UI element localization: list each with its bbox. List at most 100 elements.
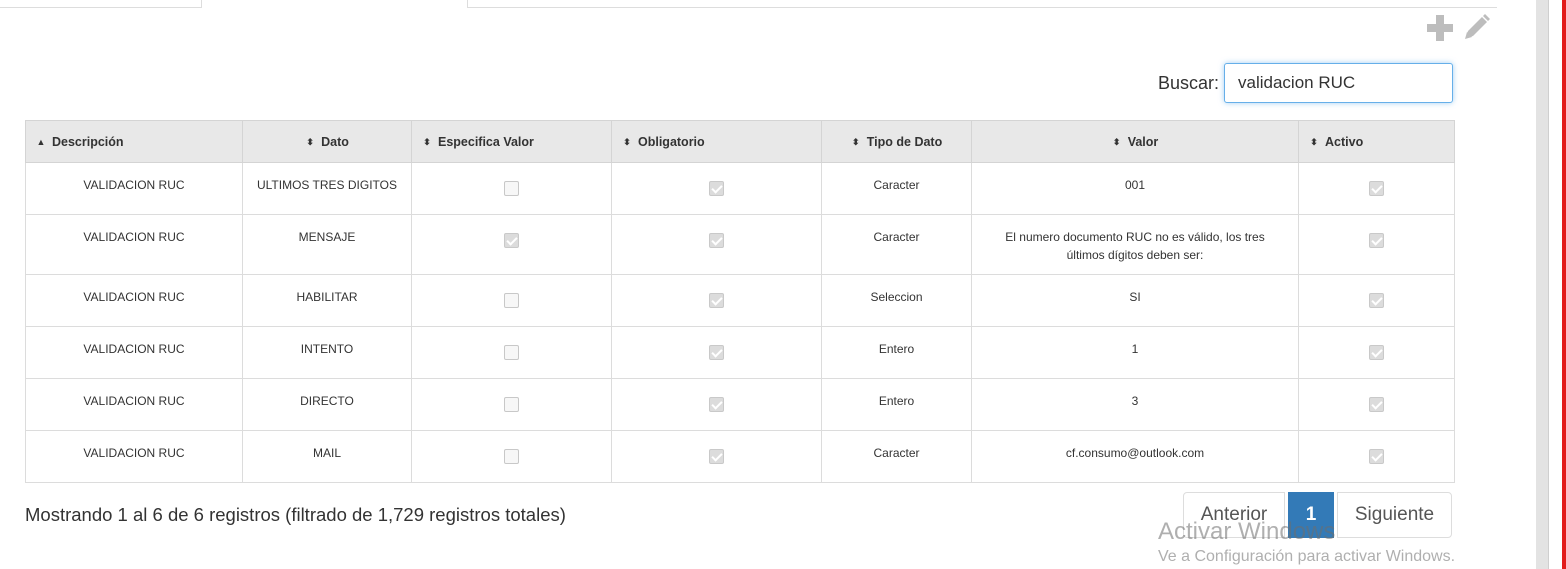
especifica-valor-checkbox[interactable] <box>504 397 519 412</box>
cell-activo <box>1298 274 1455 327</box>
especifica-valor-checkbox[interactable] <box>504 293 519 308</box>
cell-valor: 001 <box>971 162 1299 215</box>
column-header-obligatorio[interactable]: ⬍ Obligatorio <box>611 120 822 163</box>
table-row[interactable]: VALIDACION RUC MAIL Caracter cf.consumo@… <box>25 430 1455 483</box>
obligatorio-checkbox[interactable] <box>709 293 724 308</box>
activo-checkbox[interactable] <box>1369 293 1384 308</box>
window-edge <box>1548 0 1563 569</box>
cell-obligatorio <box>611 326 822 379</box>
cell-activo <box>1298 430 1455 483</box>
window-border-accent <box>1562 0 1566 569</box>
data-table: ▲ Descripción ⬍ Dato ⬍ Especifica Valor ⬍ Ob… <box>25 120 1455 483</box>
column-label: Obligatorio <box>638 134 705 149</box>
cell-especifica-valor <box>411 326 612 379</box>
cell-tipo: Caracter <box>821 162 972 215</box>
sort-icon: ⬍ <box>623 136 631 147</box>
cell-especifica-valor <box>411 274 612 327</box>
cell-valor: 1 <box>971 326 1299 379</box>
sort-icon: ⬍ <box>1112 136 1121 147</box>
tab-previous[interactable] <box>0 0 202 8</box>
sort-icon: ⬍ <box>423 136 431 147</box>
cell-tipo: Entero <box>821 378 972 431</box>
column-header-tipo-de-dato[interactable]: ⬍ Tipo de Dato <box>821 120 972 163</box>
activo-checkbox[interactable] <box>1369 345 1384 360</box>
column-header-dato[interactable]: ⬍ Dato <box>242 120 412 163</box>
especifica-valor-checkbox[interactable] <box>504 345 519 360</box>
activo-checkbox[interactable] <box>1369 449 1384 464</box>
activo-checkbox[interactable] <box>1369 397 1384 412</box>
column-label: Activo <box>1325 134 1364 149</box>
cell-dato: HABILITAR <box>242 274 412 327</box>
especifica-valor-checkbox[interactable] <box>504 449 519 464</box>
activo-checkbox[interactable] <box>1369 233 1384 248</box>
search-label: Buscar: <box>1158 73 1220 93</box>
cell-especifica-valor <box>411 162 612 215</box>
column-header-descripcion[interactable]: ▲ Descripción <box>25 120 243 163</box>
cell-activo <box>1298 378 1455 431</box>
sort-icon: ⬍ <box>851 136 860 147</box>
obligatorio-checkbox[interactable] <box>709 345 724 360</box>
obligatorio-checkbox[interactable] <box>709 397 724 412</box>
cell-dato: MAIL <box>242 430 412 483</box>
valor-line: El numero documento RUC no es válido, lo… <box>1005 230 1265 244</box>
cell-tipo: Caracter <box>821 430 972 483</box>
cell-tipo: Entero <box>821 326 972 379</box>
cell-descripcion: VALIDACION RUC <box>25 214 243 275</box>
plus-icon[interactable] <box>1424 12 1456 44</box>
cell-dato: DIRECTO <box>242 378 412 431</box>
table-info: Mostrando 1 al 6 de 6 registros (filtrad… <box>25 504 566 525</box>
table-row[interactable]: VALIDACION RUC HABILITAR Seleccion SI <box>25 274 1455 327</box>
sort-icon: ⬍ <box>1310 136 1318 147</box>
cell-obligatorio <box>611 274 822 327</box>
cell-valor: cf.consumo@outlook.com <box>971 430 1299 483</box>
scrollbar-track[interactable] <box>1536 0 1548 569</box>
tab-next[interactable] <box>467 0 1497 8</box>
activo-checkbox[interactable] <box>1369 181 1384 196</box>
previous-page-button[interactable]: Anterior <box>1183 492 1285 538</box>
obligatorio-checkbox[interactable] <box>709 449 724 464</box>
cell-dato: ULTIMOS TRES DIGITOS <box>242 162 412 215</box>
sort-asc-icon: ▲ <box>36 136 46 147</box>
table-row[interactable]: VALIDACION RUC INTENTO Entero 1 <box>25 326 1455 379</box>
search-input[interactable] <box>1224 63 1453 103</box>
cell-descripcion: VALIDACION RUC <box>25 430 243 483</box>
column-label: Especifica Valor <box>438 134 534 149</box>
table-row[interactable]: VALIDACION RUC ULTIMOS TRES DIGITOS Cara… <box>25 162 1455 215</box>
cell-descripcion: VALIDACION RUC <box>25 326 243 379</box>
column-header-especifica-valor[interactable]: ⬍ Especifica Valor <box>411 120 612 163</box>
column-header-valor[interactable]: ⬍ Valor <box>971 120 1299 163</box>
cell-especifica-valor <box>411 430 612 483</box>
table-header-row: ▲ Descripción ⬍ Dato ⬍ Especifica Valor ⬍ Ob… <box>25 120 1455 163</box>
cell-especifica-valor <box>411 378 612 431</box>
column-label: Descripción <box>52 134 124 149</box>
cell-obligatorio <box>611 378 822 431</box>
table-row[interactable]: VALIDACION RUC DIRECTO Entero 3 <box>25 378 1455 431</box>
next-page-button[interactable]: Siguiente <box>1337 492 1452 538</box>
column-label: Valor <box>1127 134 1159 149</box>
cell-valor: SI <box>971 274 1299 327</box>
current-page-button[interactable]: 1 <box>1288 492 1334 538</box>
tab-bar <box>0 0 1497 8</box>
cell-tipo: Caracter <box>821 214 972 275</box>
sort-icon: ⬍ <box>306 136 314 147</box>
cell-dato: INTENTO <box>242 326 412 379</box>
cell-activo <box>1298 214 1455 275</box>
cell-activo <box>1298 162 1455 215</box>
especifica-valor-checkbox[interactable] <box>504 233 519 248</box>
cell-especifica-valor <box>411 214 612 275</box>
watermark-subtitle: Ve a Configuración para activar Windows. <box>1158 548 1456 565</box>
cell-descripcion: VALIDACION RUC <box>25 378 243 431</box>
column-label: Dato <box>321 134 349 149</box>
table-row[interactable]: VALIDACION RUC MENSAJE Caracter El numer… <box>25 214 1455 275</box>
cell-dato: MENSAJE <box>242 214 412 275</box>
column-header-activo[interactable]: ⬍ Activo <box>1298 120 1455 163</box>
pencil-icon[interactable] <box>1460 12 1492 44</box>
obligatorio-checkbox[interactable] <box>709 181 724 196</box>
cell-valor: El numero documento RUC no es válido, lo… <box>971 214 1299 275</box>
valor-line: últimos dígitos deben ser: <box>1066 248 1204 262</box>
cell-valor: 3 <box>971 378 1299 431</box>
especifica-valor-checkbox[interactable] <box>504 181 519 196</box>
obligatorio-checkbox[interactable] <box>709 233 724 248</box>
cell-activo <box>1298 326 1455 379</box>
cell-descripcion: VALIDACION RUC <box>25 274 243 327</box>
